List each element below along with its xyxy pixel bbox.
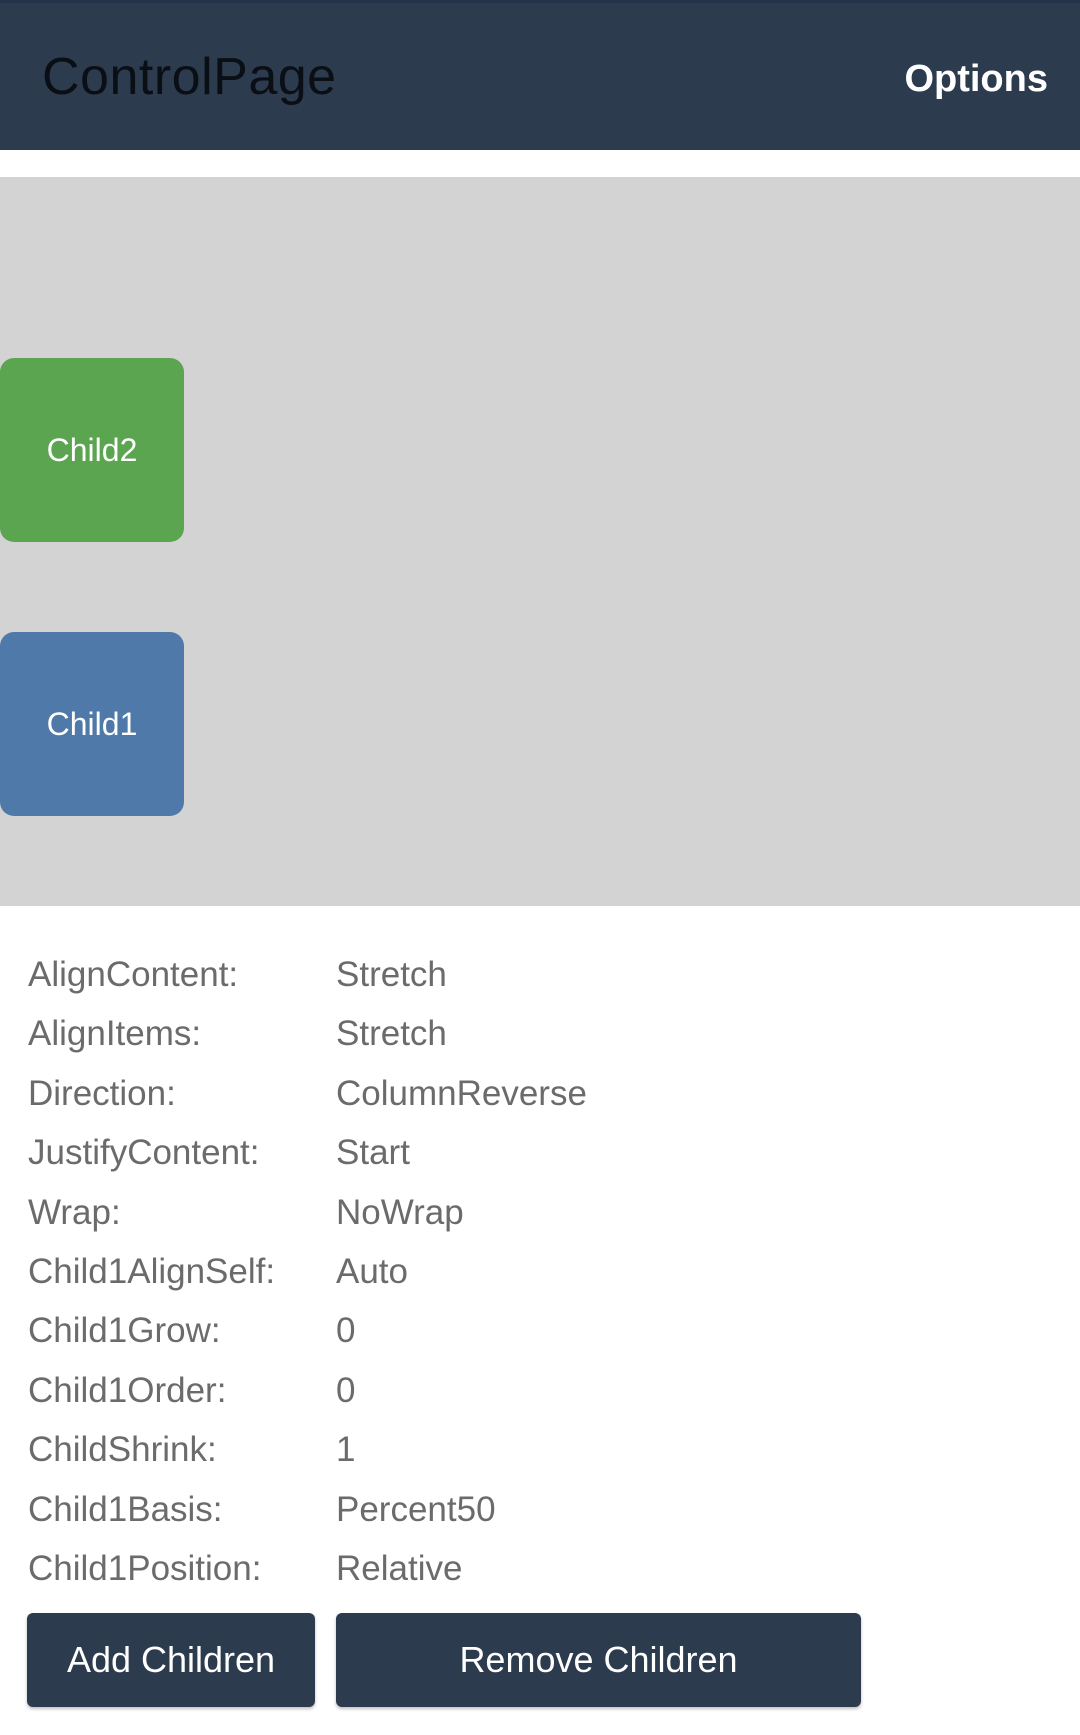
property-label: Direction:	[28, 1073, 176, 1113]
property-label: AlignContent:	[28, 955, 239, 994]
control-page: ControlPage Options Child2 Child1 AlignC…	[0, 0, 1080, 1735]
property-value: Stretch	[336, 955, 447, 994]
property-label: Wrap:	[28, 1192, 121, 1232]
remove-children-button[interactable]: Remove Children	[336, 1613, 861, 1707]
property-label: Child1AlignSelf:	[28, 1251, 276, 1291]
property-value: 0	[336, 1311, 356, 1351]
add-children-button[interactable]: Add Children	[27, 1613, 315, 1707]
property-value: Percent50	[336, 1489, 496, 1529]
property-value: NoWrap	[336, 1192, 464, 1232]
child2-box: Child2	[0, 358, 184, 542]
property-label: Child1Basis:	[28, 1489, 223, 1529]
property-label: Child1Order:	[28, 1370, 227, 1410]
property-value: Stretch	[336, 1014, 447, 1054]
child1-box: Child1	[0, 632, 184, 816]
page-title: ControlPage	[42, 48, 337, 106]
options-menu-button[interactable]: Options	[904, 58, 1048, 101]
property-label: Child1Grow:	[28, 1311, 221, 1351]
property-label: Child1Position:	[28, 1548, 262, 1588]
app-bar: ControlPage Options	[0, 0, 1080, 150]
property-value: Relative	[336, 1548, 463, 1588]
property-value: 0	[336, 1370, 356, 1410]
flex-layout-area: Child2 Child1	[0, 177, 1080, 906]
property-value: ColumnReverse	[336, 1073, 587, 1113]
property-value: Start	[336, 1133, 410, 1173]
property-value: Auto	[336, 1251, 408, 1291]
property-label: AlignItems:	[28, 1014, 202, 1054]
property-value: 1	[336, 1430, 356, 1470]
property-label: JustifyContent:	[28, 1133, 260, 1173]
property-label: ChildShrink:	[28, 1430, 217, 1470]
